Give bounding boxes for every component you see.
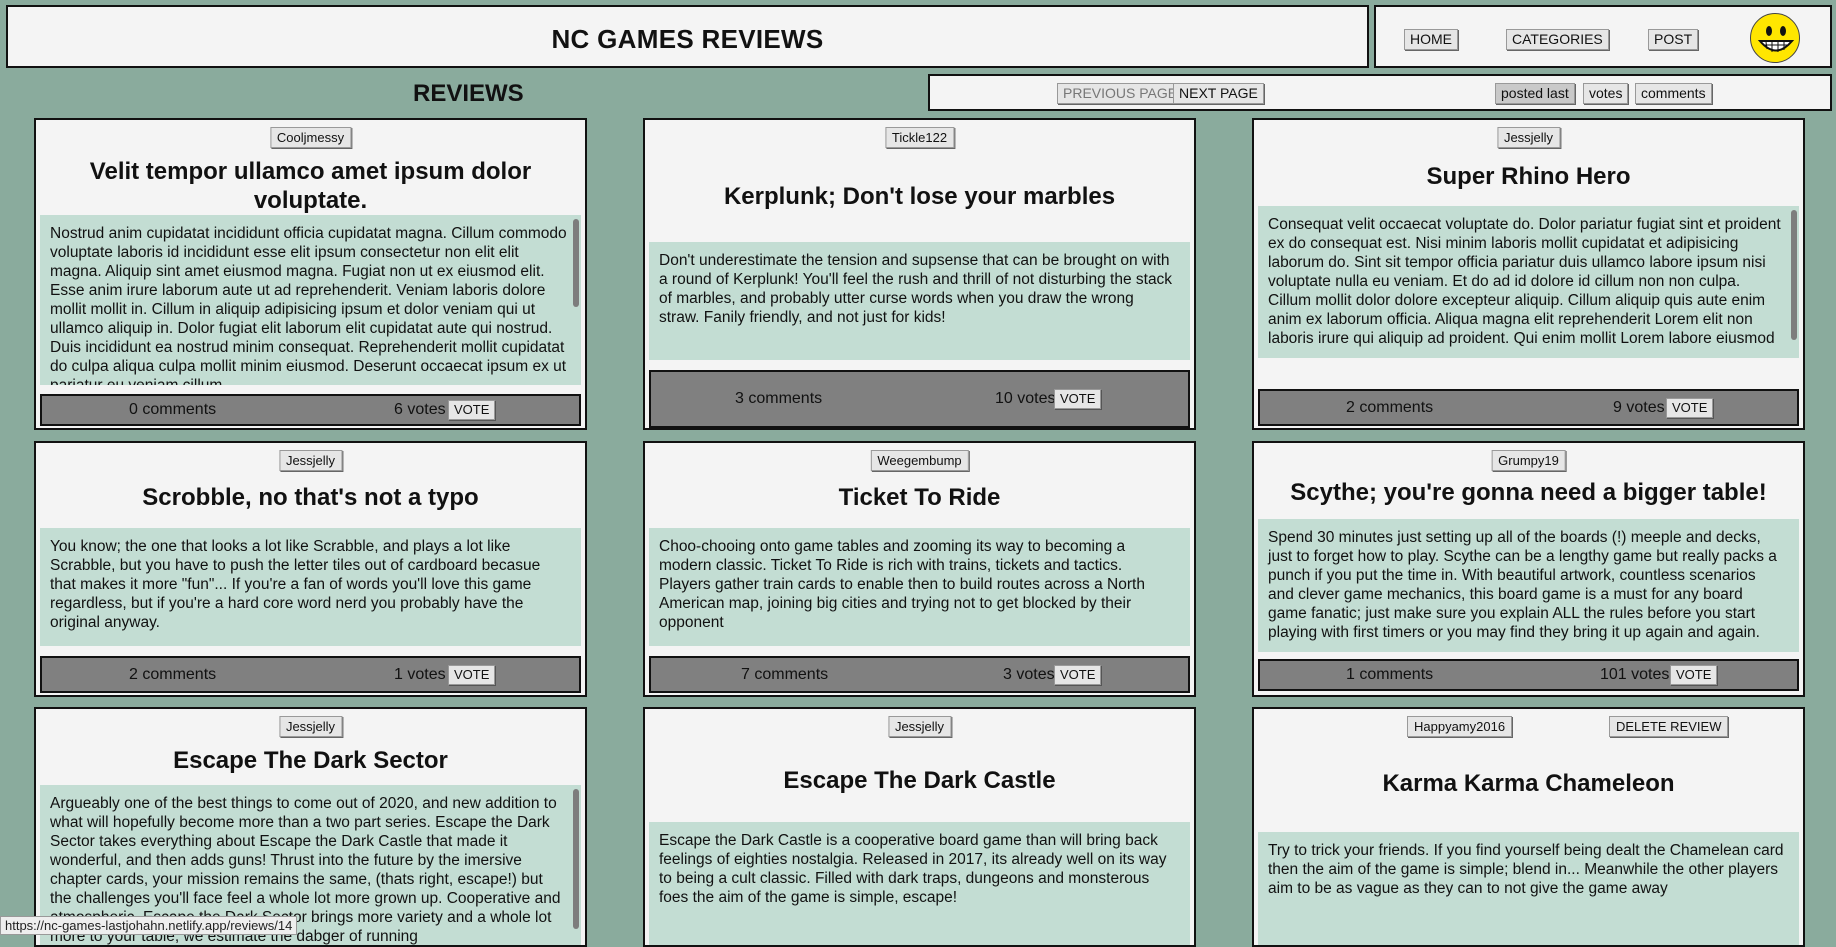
- vote-count: 101 votes: [1600, 666, 1670, 683]
- nav-home-button[interactable]: HOME: [1404, 29, 1458, 50]
- review-body: Don't underestimate the tension and sups…: [649, 242, 1190, 360]
- author-tag[interactable]: Jessjelly: [1496, 127, 1561, 148]
- author-tag[interactable]: Grumpy19: [1491, 450, 1566, 471]
- vote-button[interactable]: VOTE: [1670, 665, 1718, 685]
- sort-posted-button[interactable]: posted last: [1495, 83, 1575, 104]
- review-body-text: Escape the Dark Castle is a cooperative …: [659, 832, 1167, 906]
- review-card[interactable]: Grumpy19 Scythe; you're gonna need a big…: [1252, 441, 1805, 697]
- review-title[interactable]: Velit tempor ullamco amet ipsum dolor vo…: [56, 157, 565, 215]
- author-tag[interactable]: Weegembump: [870, 450, 969, 471]
- vote-count: 1 votes: [394, 665, 446, 683]
- review-title[interactable]: Scrobble, no that's not a typo: [56, 483, 565, 512]
- review-title[interactable]: Escape The Dark Castle: [665, 766, 1174, 795]
- smiley-avatar-icon: [1757, 26, 1795, 52]
- review-body: Nostrud anim cupidatat incididunt offici…: [40, 215, 581, 385]
- review-body-text: Don't underestimate the tension and sups…: [659, 252, 1173, 326]
- review-footer: 0 comments 6 votes VOTE: [40, 394, 581, 426]
- author-tag[interactable]: Jessjelly: [887, 716, 952, 737]
- review-footer: 2 comments 9 votes VOTE: [1258, 389, 1799, 426]
- nav-post-button[interactable]: POST: [1648, 29, 1699, 50]
- comment-count[interactable]: 2 comments: [129, 666, 216, 684]
- site-title: NC GAMES REVIEWS: [551, 24, 824, 54]
- review-card[interactable]: Jessjelly Escape The Dark Sector Argueab…: [34, 707, 587, 947]
- vote-button[interactable]: VOTE: [1054, 389, 1102, 409]
- author-tag[interactable]: Happyamy2016: [1407, 716, 1513, 737]
- review-card[interactable]: Weegembump Ticket To Ride Choo-chooing o…: [643, 441, 1196, 697]
- link-status-bar: https://nc-games-lastjohahn.netlify.app/…: [0, 916, 298, 935]
- site-header: NC GAMES REVIEWS: [6, 5, 1369, 68]
- body-scrollbar[interactable]: [1791, 210, 1797, 340]
- comment-count[interactable]: 0 comments: [129, 401, 216, 419]
- review-card[interactable]: Tickle122 Kerplunk; Don't lose your marb…: [643, 118, 1196, 430]
- reviews-heading: REVIEWS: [413, 80, 524, 107]
- review-title[interactable]: Super Rhino Hero: [1274, 162, 1783, 191]
- review-footer: 3 comments 10 votes VOTE: [649, 370, 1190, 428]
- review-body: You know; the one that looks a lot like …: [40, 528, 581, 646]
- previous-page-button[interactable]: PREVIOUS PAGE: [1057, 83, 1184, 104]
- review-title[interactable]: Kerplunk; Don't lose your marbles: [665, 182, 1174, 211]
- vote-count: 9 votes: [1613, 398, 1665, 416]
- user-avatar[interactable]: [1750, 13, 1800, 63]
- vote-count: 6 votes: [394, 401, 446, 418]
- comment-count[interactable]: 1 comments: [1346, 666, 1433, 684]
- review-body: Try to trick your friends. If you find y…: [1258, 832, 1799, 945]
- author-tag[interactable]: Jessjelly: [278, 450, 343, 471]
- comment-count[interactable]: 7 comments: [741, 666, 828, 684]
- vote-button[interactable]: VOTE: [448, 400, 496, 420]
- nav-categories-button[interactable]: CATEGORIES: [1506, 29, 1609, 50]
- sort-comments-button[interactable]: comments: [1635, 83, 1712, 104]
- review-body-text: You know; the one that looks a lot like …: [50, 538, 541, 631]
- review-title[interactable]: Ticket To Ride: [665, 483, 1174, 512]
- author-tag[interactable]: Jessjelly: [278, 716, 343, 737]
- review-card[interactable]: Happyamy2016 DELETE REVIEW Karma Karma C…: [1252, 707, 1805, 947]
- vote-button[interactable]: VOTE: [1054, 664, 1102, 685]
- author-tag[interactable]: Tickle122: [884, 127, 955, 148]
- vote-count: 3 votes: [1003, 665, 1055, 683]
- review-body: Consequat velit occaecat voluptate do. D…: [1258, 206, 1799, 358]
- review-body: Spend 30 minutes just setting up all of …: [1258, 519, 1799, 652]
- review-body-text: Spend 30 minutes just setting up all of …: [1268, 529, 1777, 641]
- review-title[interactable]: Scythe; you're gonna need a bigger table…: [1274, 478, 1783, 507]
- author-tag[interactable]: Cooljmessy: [269, 127, 352, 148]
- body-scrollbar[interactable]: [573, 789, 579, 929]
- review-footer: 2 comments 1 votes VOTE: [40, 656, 581, 693]
- vote-button[interactable]: VOTE: [448, 664, 496, 685]
- next-page-button[interactable]: NEXT PAGE: [1173, 83, 1264, 104]
- review-body-text: Consequat velit occaecat voluptate do. D…: [1268, 216, 1781, 347]
- vote-count: 10 votes: [995, 390, 1056, 407]
- sort-votes-button[interactable]: votes: [1583, 83, 1629, 104]
- vote-button[interactable]: VOTE: [1666, 397, 1714, 418]
- review-controls: PREVIOUS PAGE NEXT PAGE posted last vote…: [928, 74, 1832, 111]
- review-title[interactable]: Karma Karma Chameleon: [1274, 769, 1783, 798]
- review-body-text: Try to trick your friends. If you find y…: [1268, 842, 1784, 897]
- nav-bar: HOME CATEGORIES POST: [1374, 5, 1832, 68]
- review-body-text: Choo-chooing onto game tables and zoomin…: [659, 538, 1145, 631]
- comment-count[interactable]: 3 comments: [735, 390, 822, 408]
- review-body: Escape the Dark Castle is a cooperative …: [649, 822, 1190, 945]
- delete-review-button[interactable]: DELETE REVIEW: [1609, 716, 1729, 737]
- review-card[interactable]: Jessjelly Escape The Dark Castle Escape …: [643, 707, 1196, 947]
- review-footer: 7 comments 3 votes VOTE: [649, 656, 1190, 693]
- review-title[interactable]: Escape The Dark Sector: [56, 746, 565, 775]
- review-body: Choo-chooing onto game tables and zoomin…: [649, 528, 1190, 646]
- comment-count[interactable]: 2 comments: [1346, 399, 1433, 417]
- review-body-text: Nostrud anim cupidatat incididunt offici…: [50, 225, 567, 385]
- review-card[interactable]: Jessjelly Scrobble, no that's not a typo…: [34, 441, 587, 697]
- body-scrollbar[interactable]: [573, 219, 579, 307]
- review-footer: 1 comments 101 votes VOTE: [1258, 659, 1799, 691]
- review-card[interactable]: Cooljmessy Velit tempor ullamco amet ips…: [34, 118, 587, 430]
- review-card[interactable]: Jessjelly Super Rhino Hero Consequat vel…: [1252, 118, 1805, 430]
